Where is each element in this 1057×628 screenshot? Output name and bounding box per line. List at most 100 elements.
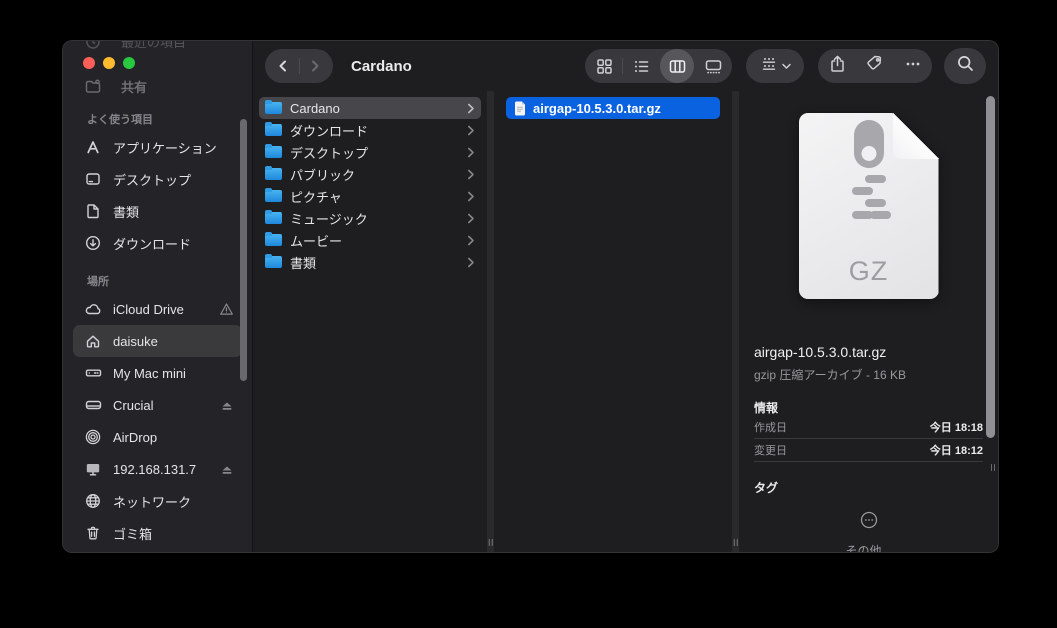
desktop-icon (85, 170, 107, 188)
sidebar-item-network-server[interactable]: 192.168.131.7 (73, 453, 242, 485)
preview-scrollbar[interactable] (986, 96, 995, 438)
info-section-header: 情報 (754, 401, 779, 415)
search-icon (956, 54, 975, 78)
warning-icon (219, 302, 234, 316)
pane-resize-handle[interactable] (990, 464, 995, 471)
minimize-button[interactable] (103, 57, 115, 69)
file-row-airgap-archive[interactable]: airgap-10.5.3.0.tar.gz (506, 97, 720, 119)
sidebar-item-daisuke[interactable]: daisuke (73, 325, 242, 357)
sidebar-section-locations: 場所 (87, 276, 109, 288)
folder-icon (265, 253, 282, 268)
chevron-right-icon (467, 257, 475, 268)
folder-icon (265, 99, 282, 114)
sidebar-scrollbar[interactable] (240, 119, 247, 381)
sidebar-item-network[interactable]: ネットワーク (73, 485, 242, 517)
tags-section-header: タグ (754, 481, 779, 495)
folder-row-movies[interactable]: ムービー (259, 229, 481, 251)
more-label: その他... (845, 544, 892, 553)
info-value: 今日 18:12 (929, 445, 983, 457)
folder-name: ミュージック (290, 211, 368, 227)
folder-name: ピクチャ (290, 189, 342, 205)
info-label: 作成日 (754, 422, 787, 434)
chevron-right-icon (467, 103, 475, 114)
forward-button[interactable] (299, 49, 331, 83)
folder-icon (265, 121, 282, 136)
applications-icon (85, 138, 107, 156)
folder-row-desktop[interactable]: デスクトップ (259, 141, 481, 163)
column-divider[interactable] (732, 91, 739, 552)
sidebar-item-desktop[interactable]: デスクトップ (73, 163, 242, 195)
column-divider[interactable] (487, 91, 494, 552)
sidebar-item-label: 書類 (113, 204, 140, 220)
sidebar-item-airdrop[interactable]: AirDrop (73, 421, 242, 453)
sidebar-item-applications[interactable]: アプリケーション (73, 131, 242, 163)
clock-icon (85, 41, 107, 51)
file-type-label: GZ (848, 256, 889, 286)
sidebar-item-crucial[interactable]: Crucial (73, 389, 242, 421)
sidebar-item-icloud-drive[interactable]: iCloud Drive (73, 293, 242, 325)
folded-corner (892, 113, 939, 159)
window-title: Cardano (351, 57, 412, 75)
folder-row-cardano[interactable]: Cardano (259, 97, 481, 119)
column-view-button[interactable] (660, 49, 694, 83)
file-name: airgap-10.5.3.0.tar.gz (533, 100, 661, 116)
sidebar-item-documents[interactable]: 書類 (73, 195, 242, 227)
globe-icon (85, 492, 107, 510)
folder-icon (265, 187, 282, 202)
chevron-right-icon (467, 191, 475, 202)
sidebar-list: よく使う項目 アプリケーション デスクトップ 書類 ダウンロード 場所 iClo… (63, 111, 252, 549)
sidebar-item-label: デスクトップ (113, 172, 192, 188)
sidebar-item-label: ダウンロード (113, 236, 192, 252)
sidebar-item-my-mac-mini[interactable]: My Mac mini (73, 357, 242, 389)
content-area: Cardano Cardano ダウンロード デスクトップ パブリック ピクチャ… (253, 41, 998, 552)
sidebar-item-label: 192.168.131.7 (113, 461, 197, 477)
chevron-down-icon (781, 57, 791, 75)
zoom-button[interactable] (123, 57, 135, 69)
back-button[interactable] (267, 49, 299, 83)
sidebar-item-recents[interactable]: 最近の項目 (85, 41, 186, 51)
folder-row-music[interactable]: ミュージック (259, 207, 481, 229)
list-view-button[interactable] (623, 49, 659, 83)
info-row-modified: 変更日 今日 18:12 (754, 439, 983, 462)
chevron-right-icon (467, 125, 475, 136)
more-info-control[interactable]: その他... (754, 510, 983, 553)
preview-file-kind: gzip 圧縮アーカイブ - 16 KB (754, 368, 906, 382)
sidebar-item-label: AirDrop (113, 429, 158, 445)
sidebar-item-label: daisuke (113, 333, 158, 349)
folder-row-pictures[interactable]: ピクチャ (259, 185, 481, 207)
sidebar-item-label: 最近の項目 (121, 41, 187, 50)
sidebar-item-trash[interactable]: ゴミ箱 (73, 517, 242, 549)
sidebar-item-downloads[interactable]: ダウンロード (73, 227, 242, 259)
chevron-right-icon (467, 213, 475, 224)
eject-icon[interactable] (220, 463, 234, 476)
tag-button[interactable] (866, 54, 885, 78)
traffic-lights (83, 57, 135, 69)
finder-window: 最近の項目 共有 よく使う項目 アプリケーション デスクトップ 書類 ダウンロー… (62, 40, 999, 553)
trash-icon (85, 524, 107, 542)
column-resize-handle[interactable] (733, 539, 738, 546)
more-button[interactable] (904, 55, 922, 78)
info-label: 変更日 (754, 445, 787, 457)
action-buttons (818, 49, 932, 83)
group-button[interactable] (746, 49, 804, 83)
preview-file-name: airgap-10.5.3.0.tar.gz (754, 344, 887, 360)
folder-name: ダウンロード (290, 123, 369, 139)
folder-row-public[interactable]: パブリック (259, 163, 481, 185)
folder-row-downloads[interactable]: ダウンロード (259, 119, 481, 141)
folder-row-documents[interactable]: 書類 (259, 251, 481, 273)
column-resize-handle[interactable] (488, 539, 493, 546)
sidebar-item-shared[interactable]: 共有 (85, 77, 147, 96)
icon-view-button[interactable] (586, 49, 622, 83)
gallery-view-button[interactable] (695, 49, 731, 83)
close-button[interactable] (83, 57, 95, 69)
documents-icon (85, 202, 107, 220)
file-column: airgap-10.5.3.0.tar.gz (494, 91, 732, 552)
circle-ellipsis-icon (859, 510, 879, 535)
cloud-icon (85, 300, 107, 318)
search-button[interactable] (944, 48, 986, 84)
folder-icon (265, 231, 282, 246)
eject-icon[interactable] (220, 399, 234, 412)
share-button[interactable] (828, 54, 847, 79)
folder-icon (265, 165, 282, 180)
sidebar-item-label: アプリケーション (113, 140, 217, 156)
